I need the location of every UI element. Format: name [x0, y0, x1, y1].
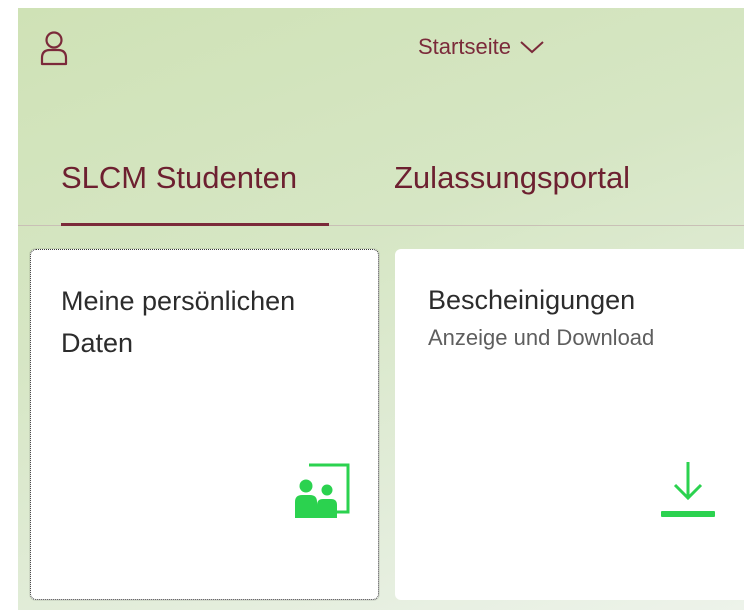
tile-subtitle: Anzeige und Download — [428, 325, 655, 350]
tab-zulassungsportal[interactable]: Zulassungsportal — [394, 160, 630, 196]
user-menu-button[interactable] — [34, 26, 74, 70]
download-icon — [661, 462, 715, 517]
launchpad-viewport: Startseite SLCM Studenten Zulassungsport… — [18, 8, 744, 610]
person-icon — [40, 31, 68, 66]
app-title-menu[interactable]: Startseite — [418, 34, 545, 60]
selected-tab-indicator — [61, 223, 329, 226]
people-presentation-icon — [295, 463, 350, 518]
app-title: Startseite — [418, 34, 511, 59]
tile-title: Meine persönlichen Daten — [61, 286, 296, 358]
tab-bar: SLCM Studenten Zulassungsportal — [18, 148, 744, 228]
tile-bescheinigungen[interactable]: Bescheinigungen Anzeige und Download — [395, 249, 744, 600]
tile-title: Bescheinigungen — [428, 285, 636, 315]
tab-slcm-studenten[interactable]: SLCM Studenten — [61, 160, 297, 196]
shell-header: Startseite — [18, 8, 744, 92]
tile-meine-persoenlichen-daten[interactable]: Meine persönlichen Daten — [30, 249, 379, 600]
chevron-down-icon — [520, 41, 544, 54]
